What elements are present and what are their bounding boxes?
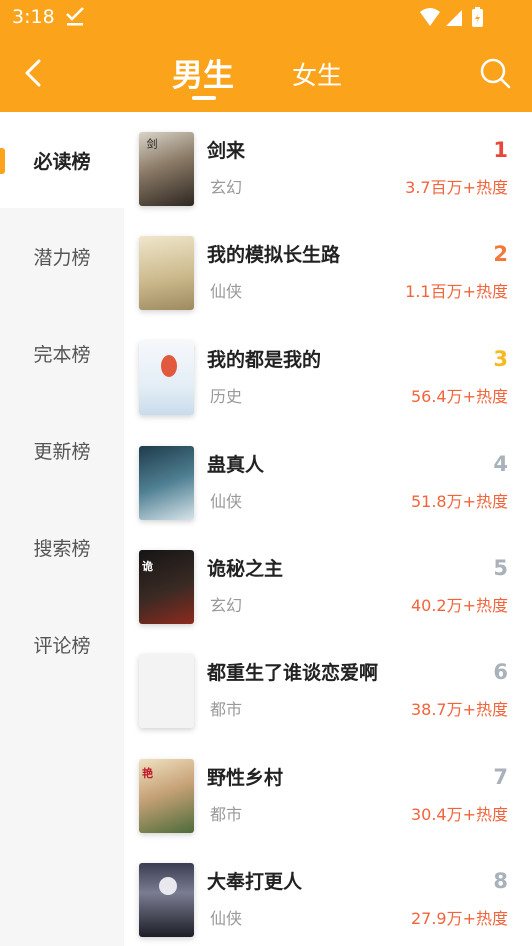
sidebar-item-label: 评论榜 [33,634,91,657]
book-genre: 仙侠 [210,282,243,301]
book-cover [139,236,194,310]
rank-number: 2 [493,242,508,266]
sidebar-item-search[interactable]: 搜索榜 [0,499,124,595]
book-title: 诡秘之主 [207,558,284,580]
search-button[interactable] [478,56,512,90]
sidebar-item-label: 必读榜 [33,150,91,173]
book-genre: 玄幻 [210,178,243,197]
book-title: 我的都是我的 [207,349,322,371]
tab-female[interactable]: 女生 [292,56,342,92]
rank-number: 4 [493,452,508,476]
book-genre: 玄幻 [210,596,243,615]
book-title: 蛊真人 [207,454,265,476]
signal-icon [446,10,462,26]
book-cover: 剑 [139,132,194,206]
ranking-sidebar: 必读榜 潜力榜 完本榜 更新榜 搜索榜 评论榜 [0,112,124,946]
sidebar-item-updated[interactable]: 更新榜 [0,402,124,498]
book-row[interactable]: 艳 野性乡村 都市 7 30.4万+热度 [124,739,532,843]
book-cover [139,446,194,520]
sidebar-item-label: 搜索榜 [33,537,91,560]
book-cover [139,654,194,728]
top-bar: 3:18 男生 女生 [0,0,532,112]
heat-count: 51.8万+热度 [410,492,508,511]
book-title: 我的模拟长生路 [207,244,341,266]
book-genre: 都市 [210,700,243,719]
rank-number: 6 [493,660,508,684]
book-title: 都重生了谁谈恋爱啊 [207,662,379,684]
book-row[interactable]: 我的模拟长生路 仙侠 2 1.1百万+热度 [124,216,532,320]
book-genre: 都市 [210,805,243,824]
heat-count: 1.1百万+热度 [405,282,508,301]
sidebar-item-completed[interactable]: 完本榜 [0,305,124,401]
book-cover [139,341,194,415]
book-genre: 仙侠 [210,909,243,928]
active-tab-indicator [192,96,216,100]
heat-count: 27.9万+热度 [410,909,508,928]
rank-number: 1 [493,138,508,162]
sidebar-item-label: 完本榜 [33,343,91,366]
book-genre: 仙侠 [210,492,243,511]
heat-count: 3.7百万+热度 [405,178,508,197]
heat-count: 40.2万+热度 [410,596,508,615]
wifi-icon [420,8,440,26]
book-cover: 艳 [139,759,194,833]
download-done-icon [64,6,86,32]
book-genre: 历史 [210,387,243,406]
sidebar-active-indicator [0,148,5,174]
sidebar-item-must-read[interactable]: 必读榜 [0,112,124,208]
book-row[interactable]: 蛊真人 仙侠 4 51.8万+热度 [124,426,532,530]
sidebar-item-label: 更新榜 [33,440,91,463]
search-icon [480,58,511,89]
back-button[interactable] [16,56,50,90]
book-title: 野性乡村 [207,767,284,789]
tab-male[interactable]: 男生 [172,50,234,95]
book-title: 大奉打更人 [207,871,303,893]
book-row[interactable]: 诡 诡秘之主 玄幻 5 40.2万+热度 [124,530,532,634]
rank-number: 5 [493,556,508,580]
sidebar-item-comments[interactable]: 评论榜 [0,596,124,692]
heat-count: 30.4万+热度 [410,805,508,824]
book-row[interactable]: 我的都是我的 历史 3 56.4万+热度 [124,321,532,425]
book-ranking-list: 剑 剑来 玄幻 1 3.7百万+热度 我的模拟长生路 仙侠 2 1.1百万+热度… [124,112,532,946]
heat-count: 56.4万+热度 [410,387,508,406]
heat-count: 38.7万+热度 [410,700,508,719]
book-row[interactable]: 大奉打更人 仙侠 8 27.9万+热度 [124,843,532,946]
book-cover: 诡 [139,550,194,624]
chevron-left-icon [25,59,41,87]
book-row[interactable]: 剑 剑来 玄幻 1 3.7百万+热度 [124,112,532,216]
book-row[interactable]: 都重生了谁谈恋爱啊 都市 6 38.7万+热度 [124,634,532,738]
book-title: 剑来 [207,140,246,162]
sidebar-item-label: 潜力榜 [33,246,91,269]
book-cover [139,863,194,937]
rank-number: 8 [493,869,508,893]
rank-number: 3 [493,347,508,371]
rank-number: 7 [493,765,508,789]
sidebar-item-potential[interactable]: 潜力榜 [0,208,124,304]
status-icons [418,6,492,30]
status-time: 3:18 [12,6,55,28]
